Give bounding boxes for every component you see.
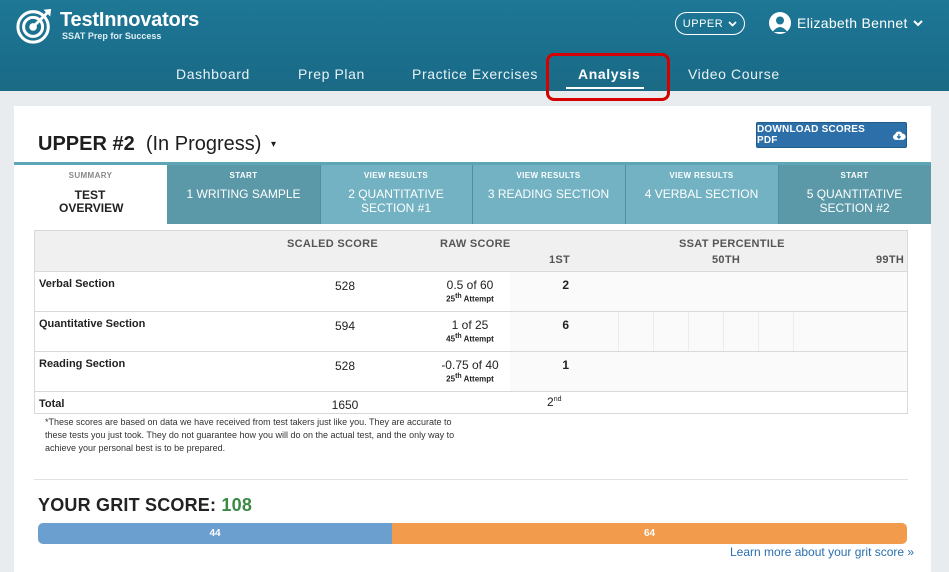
table-row: Verbal Section 528 0.5 of 60 25th Attemp… xyxy=(35,271,907,311)
tab-small-label: VIEW RESULTS xyxy=(363,171,429,180)
row-label: Reading Section xyxy=(39,358,126,370)
nav-dashboard[interactable]: Dashboard xyxy=(176,66,250,82)
grit-score-heading: YOUR GRIT SCORE: 108 xyxy=(38,495,252,516)
total-label: Total xyxy=(39,398,65,410)
tab-small-label: START xyxy=(840,171,869,180)
attempt-note: 25th Attempt xyxy=(446,373,494,384)
tab-reading[interactable]: VIEW RESULTS 3 READING SECTION xyxy=(472,165,625,224)
tab-small-label: SUMMARY xyxy=(68,171,113,180)
row-label: Quantitative Section xyxy=(39,318,146,330)
tab-label: 2 QUANTITATIVE SECTION #1 xyxy=(348,187,444,215)
attempt-note: 25th Attempt xyxy=(446,293,494,304)
row-label: Verbal Section xyxy=(39,278,115,290)
tab-verbal[interactable]: VIEW RESULTS 4 VERBAL SECTION xyxy=(625,165,778,224)
avatar-icon xyxy=(769,12,791,34)
row-raw-score: 1 of 25 45th Attempt xyxy=(430,318,510,344)
user-menu[interactable]: Elizabeth Bennet xyxy=(769,12,923,34)
grit-score-value: 108 xyxy=(221,495,253,515)
raw-value: 1 of 25 xyxy=(451,318,489,332)
test-status: (In Progress) xyxy=(145,133,262,155)
cloud-download-icon xyxy=(893,130,906,140)
tab-label: 4 VERBAL SECTION xyxy=(644,187,759,201)
attempt-note: 45th Attempt xyxy=(446,333,494,344)
grit-learn-more-link[interactable]: Learn more about your grit score » xyxy=(730,545,914,559)
header-percentile: SSAT PERCENTILE xyxy=(679,238,785,250)
table-row: Quantitative Section 594 1 of 25 45th At… xyxy=(35,311,907,351)
chevron-down-icon xyxy=(728,20,737,27)
raw-value: 0.5 of 60 xyxy=(446,278,494,292)
tab-label: 1 WRITING SAMPLE xyxy=(186,187,301,201)
tab-small-label: VIEW RESULTS xyxy=(669,171,734,180)
grit-segment: 44 xyxy=(38,523,393,544)
download-scores-pdf-button[interactable]: DOWNLOAD SCORES PDF xyxy=(756,122,907,148)
table-row: Reading Section 528 -0.75 of 40 25th Att… xyxy=(35,351,907,391)
grit-title: YOUR GRIT SCORE: xyxy=(38,495,217,515)
target-logo-icon xyxy=(16,8,52,44)
header-raw-score: RAW SCORE xyxy=(440,238,511,250)
brand-subtitle: SSAT Prep for Success xyxy=(62,31,162,41)
chevron-down-icon xyxy=(912,19,923,26)
row-scaled-score: 594 xyxy=(334,319,356,333)
test-selector[interactable]: UPPER #2 (In Progress) ▾ xyxy=(38,133,276,156)
tab-label: 5 QUANTITATIVE SECTION #2 xyxy=(806,187,903,215)
percentile-track xyxy=(510,352,907,391)
download-label: DOWNLOAD SCORES PDF xyxy=(757,124,865,146)
brand-title: TestInnovators xyxy=(60,9,200,31)
score-table: SCALED SCORE RAW SCORE SSAT PERCENTILE 1… xyxy=(34,230,908,414)
row-percentile: 2 xyxy=(562,278,569,292)
raw-value: -0.75 of 40 xyxy=(441,358,499,372)
analysis-highlight-box xyxy=(546,53,670,101)
tab-writing-sample[interactable]: START 1 WRITING SAMPLE xyxy=(167,165,320,224)
brand-logo[interactable]: TestInnovators SSAT Prep for Success xyxy=(16,6,199,44)
grit-score-bar: 44 64 xyxy=(38,523,907,544)
tab-test-overview[interactable]: SUMMARY TEST OVERVIEW xyxy=(14,165,167,224)
tab-small-label: START xyxy=(229,171,258,180)
row-scaled-score: 528 xyxy=(334,359,356,373)
section-divider xyxy=(34,479,908,480)
table-row-total: Total 1650 2nd xyxy=(35,391,907,415)
header-percentile-1st: 1ST xyxy=(549,254,571,266)
row-scaled-score: 528 xyxy=(334,279,356,293)
row-percentile: 6 xyxy=(562,318,569,332)
header-percentile-99th: 99TH xyxy=(876,254,905,266)
total-percentile: 2nd xyxy=(547,395,562,409)
nav-practice-exercises[interactable]: Practice Exercises xyxy=(412,66,538,82)
percentile-track xyxy=(510,272,907,311)
analysis-card: UPPER #2 (In Progress) ▾ DOWNLOAD SCORES… xyxy=(14,106,931,572)
tab-quantitative-2[interactable]: START 5 QUANTITATIVE SECTION #2 xyxy=(778,165,931,224)
row-raw-score: 0.5 of 60 25th Attempt xyxy=(430,278,510,304)
tab-label: 3 READING SECTION xyxy=(487,187,610,201)
tab-quantitative-1[interactable]: VIEW RESULTS 2 QUANTITATIVE SECTION #1 xyxy=(320,165,472,224)
header-scaled-score: SCALED SCORE xyxy=(287,238,378,250)
header-percentile-50th: 50TH xyxy=(712,254,741,266)
level-label: UPPER xyxy=(682,17,724,30)
row-raw-score: -0.75 of 40 25th Attempt xyxy=(430,358,510,384)
main-nav: Dashboard Prep Plan Practice Exercises A… xyxy=(0,66,949,86)
row-percentile: 1 xyxy=(562,358,569,372)
user-name: Elizabeth Bennet xyxy=(797,15,908,31)
total-scaled-score: 1650 xyxy=(331,398,359,412)
top-header: TestInnovators SSAT Prep for Success UPP… xyxy=(0,0,949,91)
tab-small-label: VIEW RESULTS xyxy=(516,171,581,180)
caret-down-icon: ▾ xyxy=(271,139,277,151)
table-header: SCALED SCORE RAW SCORE SSAT PERCENTILE 1… xyxy=(35,231,907,271)
grit-segment: 64 xyxy=(392,523,907,544)
tab-label: TEST OVERVIEW xyxy=(59,188,124,215)
nav-video-course[interactable]: Video Course xyxy=(688,66,780,82)
percentile-track xyxy=(510,312,907,351)
nav-prep-plan[interactable]: Prep Plan xyxy=(298,66,365,82)
scores-footnote: *These scores are based on data we have … xyxy=(45,417,455,453)
section-tabs: SUMMARY TEST OVERVIEW START 1 WRITING SA… xyxy=(14,162,931,224)
test-name: UPPER #2 xyxy=(38,133,135,155)
level-selector[interactable]: UPPER xyxy=(675,12,745,35)
